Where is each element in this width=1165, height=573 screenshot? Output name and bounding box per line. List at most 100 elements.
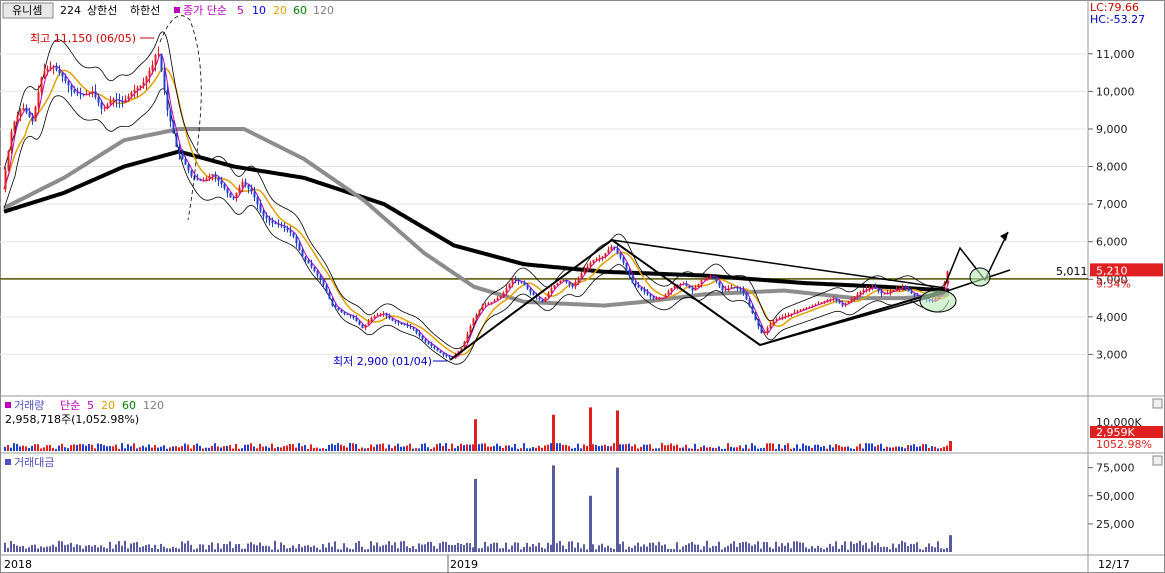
candle-body [652, 296, 655, 299]
volume-bar [259, 443, 261, 451]
candle-body [172, 121, 175, 134]
candle-body [163, 70, 166, 90]
volume-bar [691, 448, 693, 451]
candle-body [202, 180, 205, 182]
volume-bar [196, 443, 198, 451]
amount-bar [217, 543, 219, 552]
candle-body [70, 85, 73, 90]
amount-bar [793, 541, 795, 552]
amount-bar [406, 546, 408, 552]
volume-bar [208, 447, 210, 451]
volume-bar [13, 443, 15, 451]
candle-body [628, 269, 631, 277]
volume-bar [412, 448, 414, 451]
amount-bar [538, 542, 540, 552]
candle-body [706, 277, 709, 279]
amount-panel-toggle[interactable] [1152, 455, 1163, 466]
amount-bar [931, 546, 933, 552]
volume-bar [355, 443, 357, 451]
current-circle [919, 289, 957, 313]
candle-body [220, 180, 223, 185]
amount-bar [634, 545, 636, 552]
candle-body [217, 177, 220, 181]
candle-body [670, 287, 673, 292]
candle-body [424, 339, 427, 342]
amount-bar [757, 541, 759, 552]
candle-body [790, 313, 793, 315]
candle-body [793, 312, 796, 314]
candle-body [67, 80, 70, 86]
candle-body [601, 256, 604, 258]
volume-spike-bar [552, 414, 555, 451]
amount-bar [745, 541, 747, 552]
amount-bar [640, 546, 642, 552]
amount-bar [832, 546, 834, 552]
amount-bar [916, 542, 918, 552]
volume-bar [163, 445, 165, 451]
volume-bar [307, 448, 309, 451]
amount-bar [805, 547, 807, 552]
amount-bar [67, 544, 69, 552]
amount-bar [256, 545, 258, 552]
amount-bar [685, 545, 687, 552]
volume-bar [115, 444, 117, 451]
amount-bar [196, 548, 198, 552]
volume-bar [391, 448, 393, 451]
candle-body [97, 97, 100, 103]
volume-bar [346, 447, 348, 451]
candle-body [514, 279, 517, 281]
candle-body [10, 131, 13, 151]
amount-bar [508, 549, 510, 552]
candle-body [826, 299, 829, 302]
volume-bar [442, 446, 444, 451]
x-label-date: 12/17 [1098, 558, 1130, 571]
amount-bar [262, 545, 264, 552]
candle-body [55, 66, 58, 70]
amount-bar [361, 546, 363, 552]
candle-body [637, 285, 640, 288]
amount-bar [112, 548, 114, 552]
candle-body [160, 53, 163, 71]
volume-panel-toggle[interactable] [1152, 398, 1163, 409]
volume-bar [109, 446, 111, 451]
volume-bar [256, 448, 258, 451]
amount-bar [766, 542, 768, 552]
amount-bar [151, 548, 153, 552]
candle-body [283, 226, 286, 229]
candle-body [241, 181, 244, 188]
candle-body [346, 313, 349, 315]
amount-bar [409, 548, 411, 552]
amount-bar [37, 548, 39, 552]
candle-body [502, 292, 505, 296]
amount-bar [235, 544, 237, 552]
volume-bar [904, 448, 906, 451]
candle-body [631, 276, 634, 284]
amount-bar [790, 548, 792, 552]
candle-body [583, 269, 586, 274]
amount-bar [133, 542, 135, 552]
volume-bar [436, 444, 438, 451]
volume-bar [676, 444, 678, 451]
volume-bar [682, 447, 684, 451]
amount-bar [499, 548, 501, 552]
candle-body [841, 303, 844, 306]
candle-body [799, 310, 802, 312]
volume-bar [772, 443, 774, 451]
candle-body [61, 72, 64, 77]
candle-body [268, 218, 271, 221]
amount-bar [94, 544, 96, 552]
candle-body [604, 253, 607, 257]
candle-body [415, 329, 418, 333]
candle-body [484, 304, 487, 306]
ma-period-20: 20 [273, 4, 287, 17]
volume-bar [529, 448, 531, 451]
amount-bar [580, 548, 582, 552]
candle-body [199, 179, 202, 181]
candle-body [508, 283, 511, 289]
candle-body [211, 174, 214, 177]
volume-bar [781, 448, 783, 451]
candle-body [838, 301, 841, 304]
volume-bar [229, 445, 231, 451]
volume-bar [124, 448, 126, 451]
volume-bar [736, 447, 738, 451]
